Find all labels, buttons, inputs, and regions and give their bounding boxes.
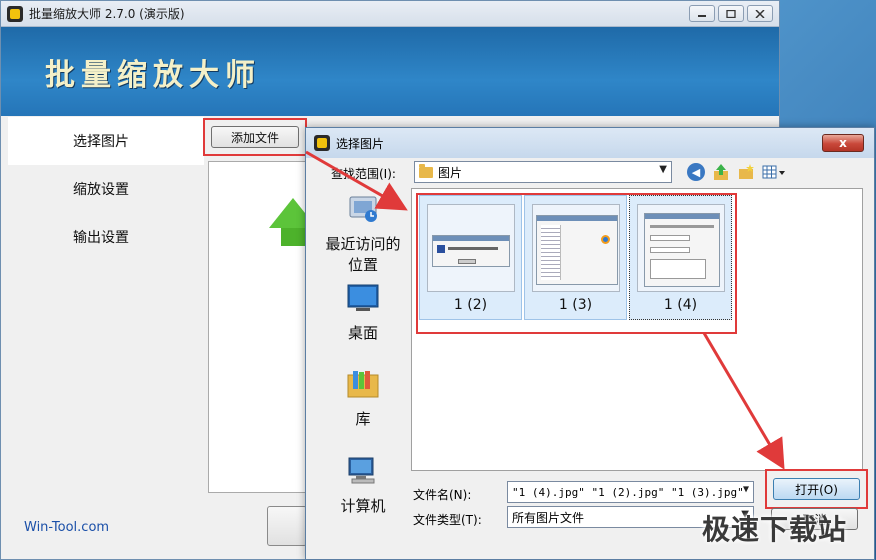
- main-titlebar[interactable]: 批量缩放大师 2.7.0 (演示版): [1, 1, 779, 27]
- file-list[interactable]: 1 (2) 1 (3) 1 (4): [411, 188, 863, 471]
- sidebar-item-label: 输出设置: [73, 230, 129, 246]
- sidebar-item-output-settings[interactable]: 输出设置: [8, 213, 204, 261]
- file-thumbnail: [637, 204, 725, 292]
- libraries-icon: [347, 371, 379, 398]
- place-label: 最近访问的位置: [325, 235, 401, 274]
- look-in-label: 查找范围(I):: [331, 167, 396, 181]
- file-thumbnail: [532, 204, 620, 292]
- close-icon: [755, 9, 765, 18]
- back-arrow-icon: ◀: [691, 165, 701, 179]
- recent-places-icon: [349, 196, 377, 222]
- website-link[interactable]: Win-Tool.com: [24, 520, 109, 535]
- app-banner: 批量缩放大师: [1, 27, 779, 116]
- maximize-button[interactable]: [718, 5, 744, 22]
- minimize-button[interactable]: [689, 5, 715, 22]
- file-name-label: 文件名(N):: [413, 488, 472, 502]
- desktop-icon: [347, 284, 379, 311]
- banner-title: 批量缩放大师: [45, 57, 261, 93]
- close-button[interactable]: [747, 5, 773, 22]
- new-folder-icon: [739, 164, 754, 179]
- view-grid-icon: [762, 165, 785, 179]
- look-in-dropdown[interactable]: 图片 ▼: [414, 161, 672, 183]
- places-bar: 最近访问的位置 桌面 库 计算机: [315, 188, 411, 560]
- file-item-1-4[interactable]: 1 (4): [629, 195, 732, 320]
- file-thumbnail: [427, 204, 515, 292]
- file-name-value: "1 (4).jpg" "1 (2).jpg" "1 (3).jpg": [512, 485, 744, 499]
- view-menu-button[interactable]: [762, 163, 788, 181]
- sidebar-item-label: 缩放设置: [73, 182, 129, 198]
- folder-icon: [419, 163, 433, 178]
- green-up-arrow-stem: [281, 228, 305, 246]
- look-in-value: 图片: [438, 165, 463, 180]
- close-icon: x: [839, 136, 847, 150]
- file-name: 1 (3): [558, 297, 593, 313]
- sidebar-item-select-images[interactable]: 选择图片: [8, 117, 204, 165]
- sidebar-item-label: 选择图片: [73, 134, 129, 150]
- file-name-input[interactable]: "1 (4).jpg" "1 (2).jpg" "1 (3).jpg" ▼: [507, 481, 754, 503]
- dialog-titlebar[interactable]: 选择图片: [306, 128, 874, 158]
- window-title: 批量缩放大师 2.7.0 (演示版): [29, 7, 185, 21]
- file-item-1-3[interactable]: 1 (3): [524, 195, 627, 320]
- minimize-icon: [698, 14, 706, 17]
- file-name: 1 (2): [453, 297, 488, 313]
- up-folder-button[interactable]: [712, 163, 730, 181]
- app-icon: [7, 5, 23, 22]
- place-desktop[interactable]: 桌面: [315, 283, 411, 344]
- dialog-close-button[interactable]: x: [822, 134, 864, 152]
- file-name: 1 (4): [663, 297, 698, 313]
- file-item-1-2[interactable]: 1 (2): [419, 195, 522, 320]
- window-controls: [689, 5, 773, 22]
- up-folder-icon: [714, 164, 728, 180]
- add-file-highlight: 添加文件: [203, 118, 307, 156]
- computer-icon: [348, 457, 375, 484]
- place-computer[interactable]: 计算机: [315, 456, 411, 517]
- open-button-highlight: 打开(O): [765, 469, 868, 509]
- maximize-icon: [726, 9, 736, 18]
- file-type-value: 所有图片文件: [512, 510, 585, 525]
- chevron-down-icon: ▼: [659, 164, 667, 175]
- sidebar-item-scale-settings[interactable]: 缩放设置: [8, 165, 204, 213]
- footer-button[interactable]: [267, 506, 307, 546]
- open-button[interactable]: 打开(O): [773, 478, 860, 500]
- back-button[interactable]: ◀: [687, 163, 705, 181]
- place-label: 计算机: [340, 497, 386, 515]
- sidebar: 选择图片 缩放设置 输出设置: [8, 117, 204, 261]
- chevron-down-icon: ▼: [742, 484, 749, 495]
- place-label: 库: [355, 410, 371, 428]
- watermark: 极速下载站: [702, 513, 848, 546]
- dialog-nav-toolbar: ◀: [687, 163, 788, 181]
- image-list-area[interactable]: [208, 161, 317, 493]
- dialog-app-icon: [314, 135, 330, 151]
- add-file-button[interactable]: 添加文件: [211, 126, 299, 148]
- place-label: 桌面: [347, 324, 378, 342]
- file-type-label: 文件类型(T):: [413, 513, 482, 527]
- dialog-title: 选择图片: [336, 136, 385, 151]
- place-libraries[interactable]: 库: [315, 369, 411, 430]
- place-recent[interactable]: 最近访问的位置: [315, 194, 411, 276]
- select-images-dialog: 选择图片 x 查找范围(I): 图片 ▼ ◀ 最近访问的位置 桌面 库 计算机 …: [305, 127, 875, 560]
- new-folder-button[interactable]: [737, 163, 755, 181]
